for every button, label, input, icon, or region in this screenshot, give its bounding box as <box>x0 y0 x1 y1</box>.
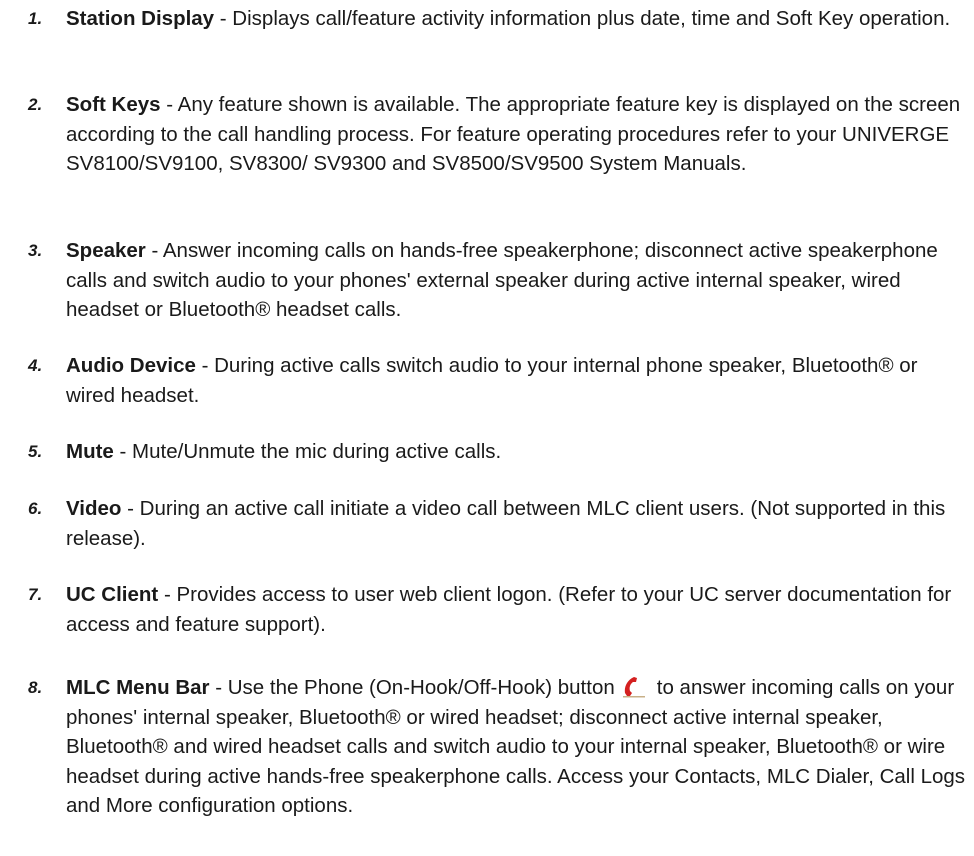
item-term: Speaker <box>66 239 146 262</box>
item-term: MLC Menu Bar <box>66 676 210 699</box>
item-description: - Answer incoming calls on hands-free sp… <box>66 239 938 321</box>
phone-handset-icon <box>621 674 649 698</box>
item-description-before-icon: - Use the Phone (On-Hook/Off-Hook) butto… <box>209 676 615 699</box>
item-number: 1. <box>28 9 43 28</box>
item-number: 3. <box>28 241 43 260</box>
item-text: Video - During an active call initiate a… <box>66 494 966 553</box>
item-description: - Provides access to user web client log… <box>66 583 952 636</box>
item-text: UC Client - Provides access to user web … <box>66 580 966 639</box>
item-term: Mute <box>66 440 114 463</box>
item-text: Soft Keys - Any feature shown is availab… <box>66 90 966 179</box>
item-term: Station Display <box>66 7 215 30</box>
item-number: 2. <box>28 95 43 114</box>
item-text: Station Display - Displays call/feature … <box>66 4 966 34</box>
item-number: 7. <box>28 585 43 604</box>
item-number: 4. <box>28 356 43 375</box>
item-term: Video <box>66 497 122 520</box>
item-term: Audio Device <box>66 354 196 377</box>
item-description: - Any feature shown is available. The ap… <box>66 93 961 175</box>
item-term: UC Client <box>66 583 159 606</box>
item-text: Mute - Mute/Unmute the mic during active… <box>66 437 966 467</box>
item-description: - Mute/Unmute the mic during active call… <box>113 440 502 463</box>
item-description: - During an active call initiate a video… <box>66 497 946 550</box>
item-text: Audio Device - During active calls switc… <box>66 351 966 410</box>
item-number: 5. <box>28 442 43 461</box>
item-description: - Displays call/feature activity informa… <box>214 7 951 30</box>
item-text: Speaker - Answer incoming calls on hands… <box>66 236 966 325</box>
item-term: Soft Keys <box>66 93 161 116</box>
item-number: 6. <box>28 499 43 518</box>
item-number: 8. <box>28 678 43 697</box>
item-text: MLC Menu Bar - Use the Phone (On-Hook/Of… <box>66 673 966 821</box>
